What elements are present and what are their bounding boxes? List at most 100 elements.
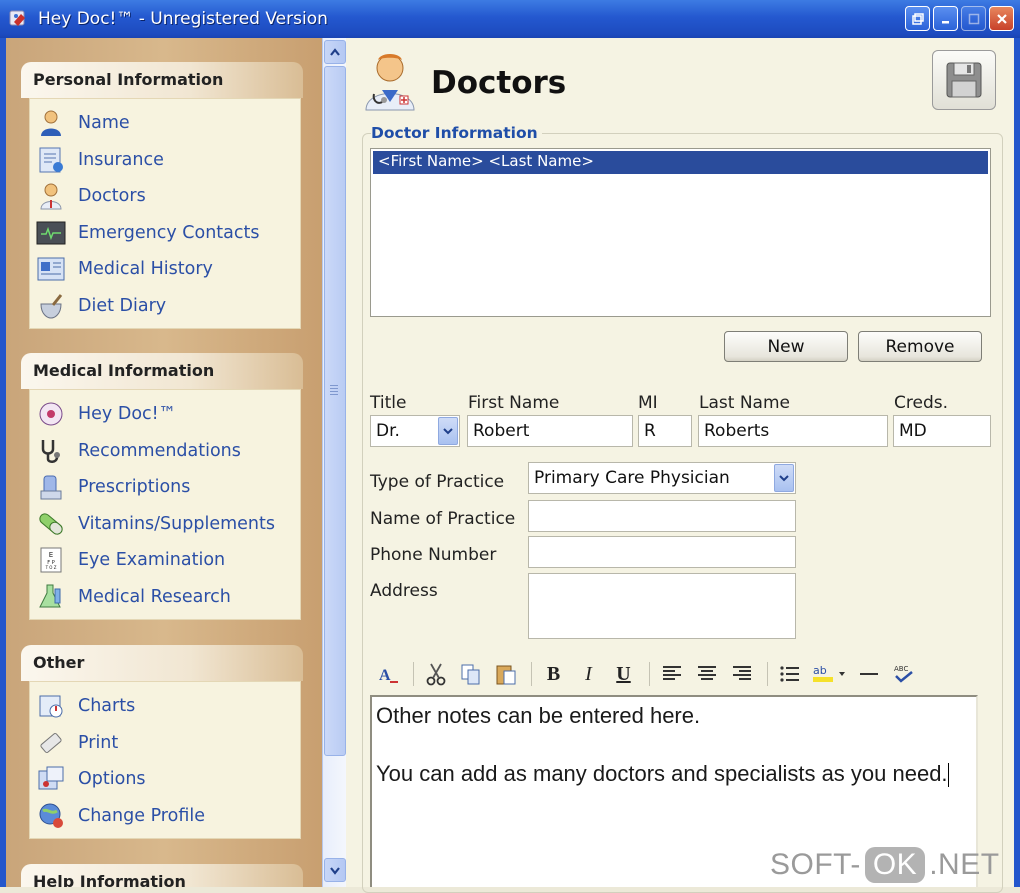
scroll-up-button[interactable] bbox=[324, 40, 346, 64]
sidebar-item-label: Eye Examination bbox=[78, 550, 226, 571]
sidebar-item-hey-doc[interactable]: Hey Doc!™ bbox=[30, 396, 300, 433]
creds-label: Creds. bbox=[894, 393, 948, 413]
notes-line: Other notes can be entered here. bbox=[376, 703, 701, 728]
bullet-list-icon[interactable] bbox=[774, 659, 805, 690]
highlight-icon[interactable]: ab bbox=[809, 659, 849, 690]
doctor-icon bbox=[36, 181, 66, 211]
italic-icon[interactable]: I bbox=[573, 659, 604, 690]
phone-number-label: Phone Number bbox=[370, 545, 497, 565]
paste-icon[interactable] bbox=[490, 659, 521, 690]
copy-icon[interactable] bbox=[455, 659, 486, 690]
sidebar-item-label: Recommendations bbox=[78, 440, 241, 461]
insurance-card-icon bbox=[36, 145, 66, 175]
sidebar-item-charts[interactable]: Charts bbox=[30, 688, 300, 725]
text-caret bbox=[947, 763, 949, 788]
spellcheck-icon[interactable]: ABC bbox=[888, 659, 919, 690]
svg-text:ABC: ABC bbox=[894, 665, 908, 673]
address-field[interactable] bbox=[528, 573, 796, 639]
notes-line: You can add as many doctors and speciali… bbox=[376, 761, 948, 786]
sidebar-item-eye-examination[interactable]: EF PT O Z Eye Examination bbox=[30, 542, 300, 579]
eye-chart-icon: EF PT O Z bbox=[36, 545, 66, 575]
maximize-button[interactable] bbox=[961, 6, 986, 31]
panel-title: Personal Information bbox=[21, 62, 303, 98]
remove-button[interactable]: Remove bbox=[858, 331, 982, 362]
sidebar-item-medical-history[interactable]: Medical History bbox=[30, 251, 300, 288]
doctor-list[interactable]: <First Name> <Last Name> bbox=[370, 148, 991, 317]
sidebar-item-recommendations[interactable]: Recommendations bbox=[30, 433, 300, 470]
practice-name-label: Name of Practice bbox=[370, 509, 516, 529]
sidebar-item-label: Name bbox=[78, 113, 130, 134]
sidebar-item-options[interactable]: Options bbox=[30, 761, 300, 798]
sidebar-item-doctors[interactable]: Doctors bbox=[30, 178, 300, 215]
panel-title: Help Information bbox=[21, 864, 303, 887]
panel-other: Other Charts Print Options Change Profil… bbox=[21, 645, 303, 839]
sidebar-item-emergency-contacts[interactable]: Emergency Contacts bbox=[30, 215, 300, 252]
list-item[interactable]: <First Name> <Last Name> bbox=[373, 151, 988, 174]
practice-type-select[interactable]: Primary Care Physician bbox=[528, 462, 796, 494]
sidebar-item-label: Charts bbox=[78, 696, 136, 717]
align-center-icon[interactable] bbox=[691, 659, 722, 690]
watermark-text: SOFT- bbox=[770, 847, 861, 881]
cut-icon[interactable] bbox=[420, 659, 451, 690]
sidebar-item-label: Change Profile bbox=[78, 805, 205, 826]
options-icon bbox=[36, 764, 66, 794]
bold-icon[interactable]: B bbox=[538, 659, 569, 690]
panel-title: Other bbox=[21, 645, 303, 681]
sidebar-item-medical-research[interactable]: Medical Research bbox=[30, 579, 300, 616]
chevron-up-icon bbox=[330, 48, 340, 56]
sidebar-item-prescriptions[interactable]: Prescriptions bbox=[30, 469, 300, 506]
sidebar-item-vitamins-supplements[interactable]: Vitamins/Supplements bbox=[30, 506, 300, 543]
window-title: Hey Doc!™ - Unregistered Version bbox=[38, 9, 328, 29]
floppy-disk-icon bbox=[946, 62, 982, 98]
title-select[interactable]: Dr. bbox=[370, 415, 460, 447]
svg-text:ab: ab bbox=[813, 664, 827, 677]
scroll-grip-icon bbox=[330, 385, 338, 395]
address-label: Address bbox=[370, 581, 438, 601]
underline-icon[interactable]: U bbox=[608, 659, 639, 690]
minimize-button[interactable] bbox=[933, 6, 958, 31]
panel-medical-information: Medical Information Hey Doc!™ Recommenda… bbox=[21, 353, 303, 620]
sidebar-item-name[interactable]: Name bbox=[30, 105, 300, 142]
mi-label: MI bbox=[638, 393, 658, 413]
chevron-down-icon[interactable] bbox=[438, 417, 458, 445]
save-button[interactable] bbox=[932, 50, 996, 110]
first-name-field[interactable]: Robert bbox=[467, 415, 633, 447]
scroll-thumb[interactable] bbox=[324, 66, 346, 756]
chevron-down-icon[interactable] bbox=[774, 464, 794, 492]
practice-name-field[interactable] bbox=[528, 500, 796, 532]
mortar-pestle-icon bbox=[36, 291, 66, 321]
title-label: Title bbox=[370, 393, 407, 413]
last-name-field[interactable]: Roberts bbox=[698, 415, 888, 447]
font-icon[interactable]: A bbox=[372, 659, 403, 690]
sidebar-item-insurance[interactable]: Insurance bbox=[30, 142, 300, 179]
pill-icon bbox=[36, 509, 66, 539]
new-button[interactable]: New bbox=[724, 331, 848, 362]
creds-field[interactable]: MD bbox=[893, 415, 991, 447]
sidebar-item-diet-diary[interactable]: Diet Diary bbox=[30, 288, 300, 325]
last-name-label: Last Name bbox=[699, 393, 790, 413]
sidebar-item-print[interactable]: Print bbox=[30, 725, 300, 762]
restore-button[interactable] bbox=[905, 6, 930, 31]
sidebar-item-change-profile[interactable]: Change Profile bbox=[30, 798, 300, 835]
svg-text:E: E bbox=[49, 551, 53, 559]
window-frame-right bbox=[1014, 38, 1020, 887]
sidebar-item-label: Medical History bbox=[78, 259, 213, 280]
print-icon bbox=[36, 728, 66, 758]
scroll-down-button[interactable] bbox=[324, 858, 346, 882]
chart-icon bbox=[36, 691, 66, 721]
close-button[interactable] bbox=[989, 6, 1014, 31]
mi-field[interactable]: R bbox=[638, 415, 692, 447]
practice-type-label: Type of Practice bbox=[370, 472, 505, 492]
sidebar-scrollbar[interactable] bbox=[322, 38, 346, 887]
medical-history-icon bbox=[36, 254, 66, 284]
watermark-text: .NET bbox=[929, 847, 1000, 881]
horizontal-rule-icon[interactable] bbox=[853, 659, 884, 690]
panel-personal-information: Personal Information Name Insurance Doct… bbox=[21, 62, 303, 329]
title-select-value: Dr. bbox=[376, 421, 400, 441]
align-right-icon[interactable] bbox=[726, 659, 757, 690]
align-left-icon[interactable] bbox=[656, 659, 687, 690]
phone-number-field[interactable] bbox=[528, 536, 796, 568]
sidebar-item-label: Vitamins/Supplements bbox=[78, 513, 275, 534]
toolbar-divider bbox=[531, 662, 532, 686]
sidebar-item-label: Hey Doc!™ bbox=[78, 404, 177, 425]
